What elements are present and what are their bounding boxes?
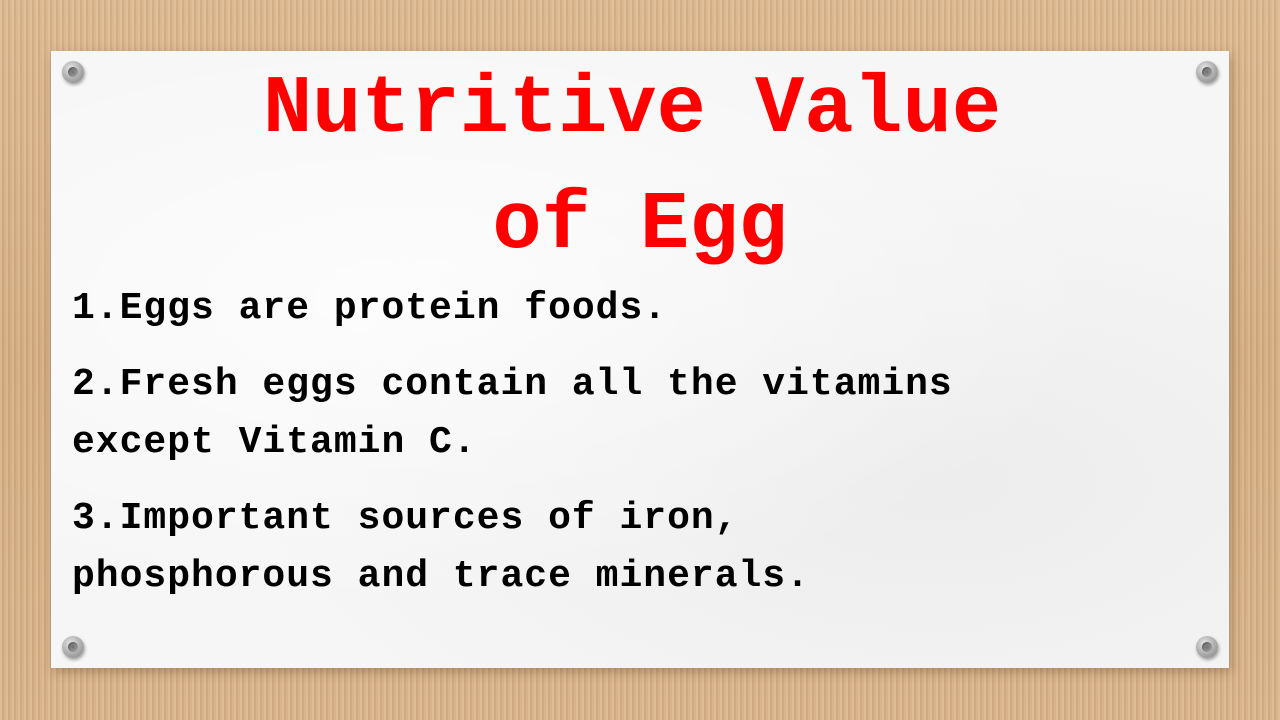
list-item: 3.Important sources of iron, phosphorous… xyxy=(72,490,1192,606)
slide-title-line-1: Nutritive Value xyxy=(262,63,1002,156)
slide-title-line-2: of Egg xyxy=(492,179,788,272)
list-item-line: except Vitamin C. xyxy=(72,421,477,464)
pushpin-icon xyxy=(1196,636,1218,658)
list-item-line: phosphorous and trace minerals. xyxy=(72,555,810,598)
pushpin-icon xyxy=(62,636,84,658)
bullet-list: 1.Eggs are protein foods. 2.Fresh eggs c… xyxy=(72,280,1192,624)
list-item-line: 2.Fresh eggs contain all the vitamins xyxy=(72,363,953,406)
list-item-line: 1.Eggs are protein foods. xyxy=(72,287,668,330)
list-item: 2.Fresh eggs contain all the vitamins ex… xyxy=(72,356,1192,472)
list-item: 1.Eggs are protein foods. xyxy=(72,280,1192,338)
list-item-line: 3.Important sources of iron, xyxy=(72,497,739,540)
